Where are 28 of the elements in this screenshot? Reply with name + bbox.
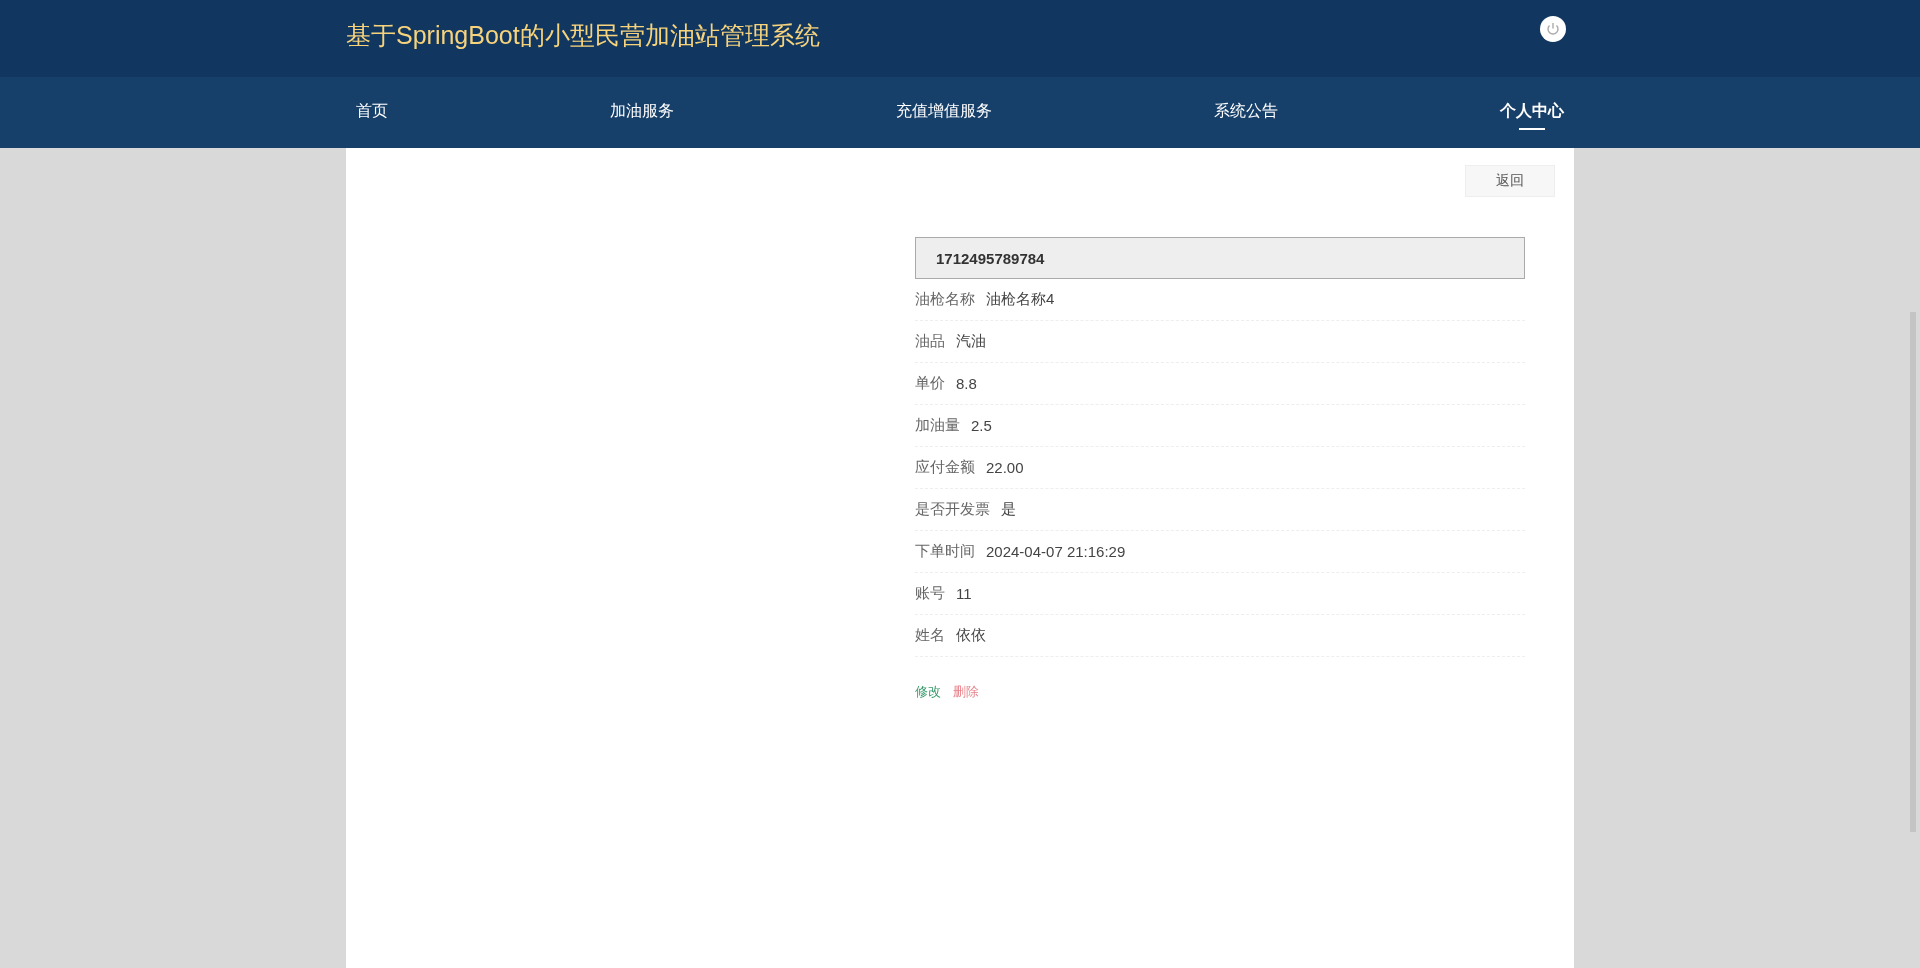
nav-tab[interactable]: 系统公告 <box>1214 95 1278 130</box>
field-label: 是否开发票 <box>915 500 990 519</box>
field-value: 油枪名称4 <box>986 290 1055 309</box>
field-value: 2.5 <box>971 417 992 434</box>
nav-tab[interactable]: 加油服务 <box>610 95 674 130</box>
edit-link[interactable]: 修改 <box>915 683 941 701</box>
field-label: 账号 <box>915 584 945 603</box>
field-value: 8.8 <box>956 375 977 392</box>
field-label: 油枪名称 <box>915 290 975 309</box>
field-label: 姓名 <box>915 626 945 645</box>
nav-tab[interactable]: 充值增值服务 <box>896 95 992 130</box>
field-label: 油品 <box>915 332 945 351</box>
nav-tab[interactable]: 个人中心 <box>1500 95 1564 130</box>
order-number-heading: 1712495789784 <box>915 237 1525 279</box>
power-icon[interactable] <box>1540 15 1566 42</box>
field-label: 应付金额 <box>915 458 975 477</box>
field-value: 依依 <box>956 626 986 645</box>
field-label: 加油量 <box>915 416 960 435</box>
field-value: 汽油 <box>956 332 986 351</box>
field-value: 11 <box>956 585 972 602</box>
field-value: 是 <box>1001 500 1016 519</box>
field-value: 2024-04-07 21:16:29 <box>986 543 1126 560</box>
nav-tab[interactable]: 首页 <box>356 95 388 130</box>
back-button[interactable]: 返回 <box>1465 165 1555 197</box>
site-title: 基于SpringBoot的小型民营加油站管理系统 <box>346 20 820 51</box>
field-label: 单价 <box>915 374 945 393</box>
field-value: 22.00 <box>986 459 1024 476</box>
field-label: 下单时间 <box>915 542 975 561</box>
